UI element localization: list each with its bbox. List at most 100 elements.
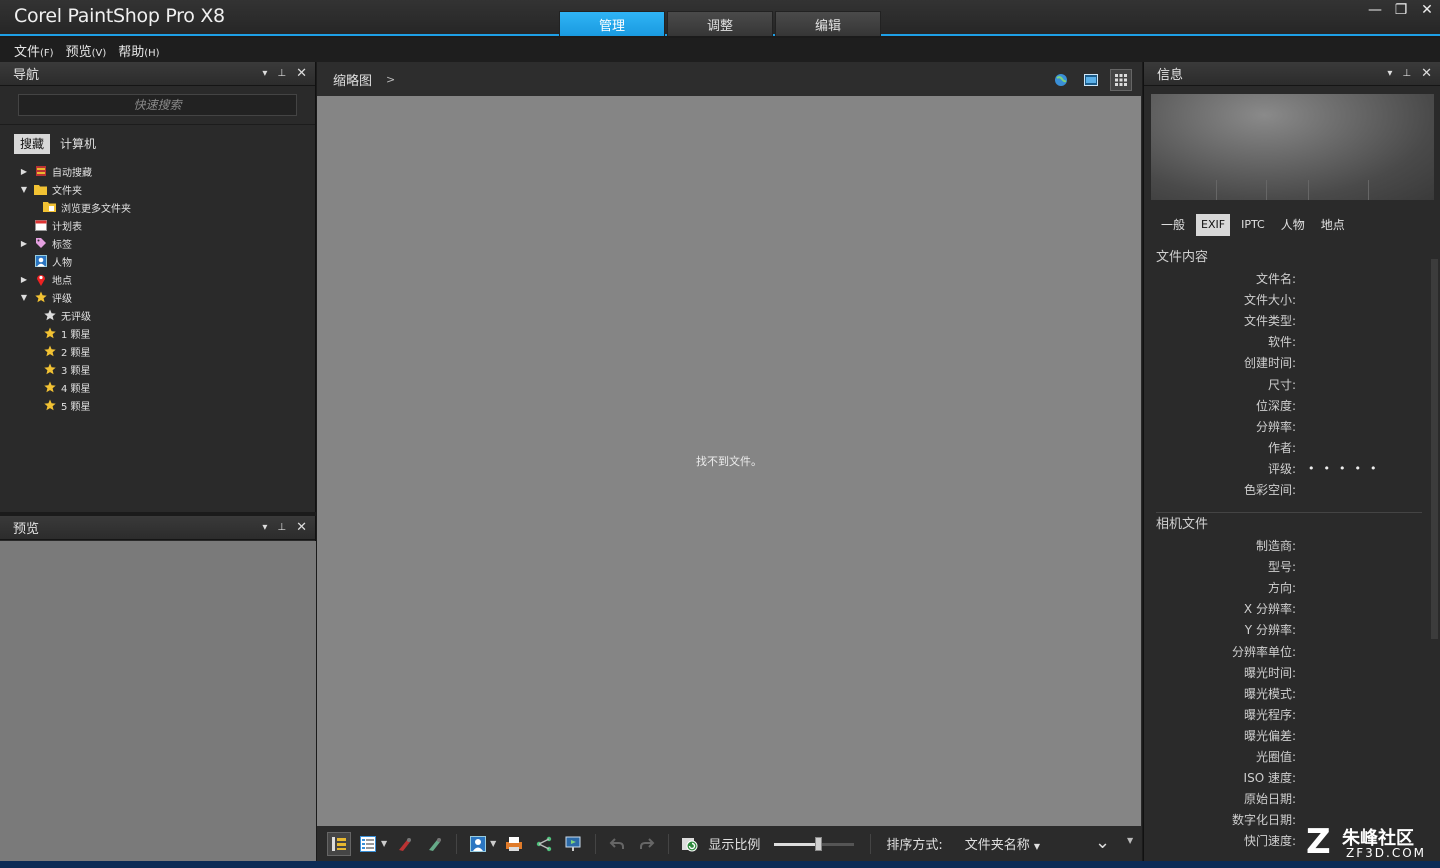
preview-view-icon[interactable] [1080, 69, 1102, 91]
redo-icon[interactable] [635, 832, 659, 856]
undo-icon[interactable] [605, 832, 629, 856]
refresh-icon[interactable] [678, 832, 702, 856]
tree-item[interactable]: ▶ 地点 [0, 270, 315, 288]
info-field-label: 制造商: [1255, 539, 1296, 554]
menu-view[interactable]: 预览(V) [66, 41, 107, 60]
info-field-label: 色彩空间: [1243, 482, 1296, 497]
tree-item-label: 4 颗星 [61, 383, 91, 395]
panel-layout-icon[interactable] [327, 831, 351, 856]
thumbnail-area[interactable]: 找不到文件。 [317, 96, 1141, 826]
close-icon[interactable]: ✕ [296, 66, 307, 81]
info-field-label: 数字化日期: [1231, 813, 1296, 828]
minimize-button[interactable]: — [1368, 2, 1382, 18]
tab-people[interactable]: 人物 [1276, 214, 1310, 236]
breadcrumb[interactable]: 缩略图 [333, 70, 372, 89]
tree-item[interactable]: ▼ 评级 [0, 288, 315, 306]
close-icon[interactable]: ✕ [296, 520, 307, 535]
section-title-camera: 相机文件 [1156, 517, 1209, 533]
zoom-slider-thumb[interactable] [815, 836, 823, 851]
expand-down-icon[interactable]: ▼ [18, 293, 30, 302]
menu-file[interactable]: 文件(F) [14, 41, 54, 60]
info-field-label: 曝光模式: [1243, 686, 1296, 701]
expand-down-icon[interactable]: ▼ [18, 185, 30, 194]
info-field: 光圈值: [1156, 746, 1424, 767]
sort-label: 排序方式: [886, 838, 943, 853]
tab-computer[interactable]: 计算机 [54, 134, 102, 154]
map-view-icon[interactable] [1050, 69, 1072, 91]
tag-icon [34, 237, 47, 250]
nav-tabs: 搜藏 计算机 [14, 134, 315, 154]
tab-exif[interactable]: EXIF [1196, 214, 1231, 236]
tab-adjust[interactable]: 调整 [667, 11, 773, 36]
tree-item[interactable]: ▼ 文件夹 [0, 180, 315, 198]
tree-item[interactable]: 浏览更多文件夹 [0, 198, 315, 216]
details-view-icon[interactable] [357, 832, 381, 856]
tree-item[interactable]: ▶ 标签 [0, 234, 315, 252]
tree-item[interactable]: 4 颗星 [0, 378, 315, 396]
close-button[interactable]: ✕ [1420, 2, 1434, 18]
sort-select[interactable]: 文件夹名称 ▼ [965, 834, 1040, 853]
slideshow-icon[interactable] [562, 832, 586, 856]
tree-item[interactable]: 计划表 [0, 216, 315, 234]
menu-help[interactable]: 帮助(H) [118, 41, 159, 60]
person-tag-icon[interactable] [466, 832, 490, 856]
info-field: 作者: [1156, 437, 1424, 458]
panel-menu-icon[interactable]: ▾ [262, 68, 267, 79]
print-icon[interactable] [502, 832, 526, 856]
workspace-tabs: 管理 调整 编辑 [559, 11, 881, 36]
restore-button[interactable]: ❐ [1394, 2, 1408, 18]
toolbar-menu-icon[interactable]: ▼ [1127, 836, 1133, 845]
chevron-down-icon[interactable]: ▼ [490, 839, 496, 848]
rating-dots[interactable]: ••••• [1308, 462, 1385, 475]
panel-menu-icon[interactable]: ▾ [262, 522, 267, 533]
watermark-logo: Z 朱峰社区 ZF3D.COM [1306, 822, 1436, 862]
brush-green-icon[interactable] [423, 832, 447, 856]
tab-general[interactable]: 一般 [1156, 214, 1190, 236]
brush-red-icon[interactable] [393, 832, 417, 856]
close-icon[interactable]: ✕ [1421, 66, 1432, 81]
nav-tree: ▶ 自动搜藏 ▼ 文件夹 浏览更多文件夹 计划表 ▶ 标签 人物 ▶ 地点 ▼ 评级 无评级 1 颗星 2 颗… [0, 162, 315, 414]
tab-collections[interactable]: 搜藏 [14, 134, 51, 154]
tree-item[interactable]: 无评级 [0, 306, 315, 324]
scrollbar-thumb[interactable] [1431, 259, 1438, 639]
share-icon[interactable] [532, 832, 556, 856]
tree-item[interactable]: 1 颗星 [0, 324, 315, 342]
info-field: 软件: [1156, 331, 1424, 352]
tab-places[interactable]: 地点 [1316, 214, 1350, 236]
expand-right-icon[interactable]: ▶ [18, 167, 30, 176]
tab-iptc[interactable]: IPTC [1236, 214, 1270, 236]
tree-item-label: 文件夹 [52, 185, 82, 197]
info-field: 文件类型: [1156, 310, 1424, 331]
chevron-down-icon[interactable]: ▼ [381, 839, 387, 848]
expand-right-icon[interactable]: ▶ [18, 275, 30, 284]
pin-icon[interactable]: ⊥ [277, 68, 286, 79]
info-panel: 信息 ▾ ⊥ ✕ 一般 EXIF IPTC 人物 地点 文件内容 文件名: 文件大… [1143, 62, 1440, 861]
quick-search-input[interactable]: 快速搜索 [18, 94, 297, 116]
calendar-icon [34, 219, 47, 232]
grid-view-icon[interactable] [1110, 69, 1132, 91]
preview-area [0, 541, 316, 861]
breadcrumb-arrow-icon[interactable]: > [386, 73, 395, 86]
tree-item[interactable]: 5 颗星 [0, 396, 315, 414]
panel-menu-icon[interactable]: ▾ [1387, 68, 1392, 79]
tree-item[interactable]: 3 颗星 [0, 360, 315, 378]
divider [870, 833, 872, 854]
collapse-chevron-icon[interactable]: ⌄ [1095, 832, 1110, 853]
tree-item[interactable]: 人物 [0, 252, 315, 270]
expand-right-icon[interactable]: ▶ [18, 239, 30, 248]
info-field-label: 曝光时间: [1243, 665, 1296, 680]
info-field: 文件名: [1156, 268, 1424, 289]
tab-manage[interactable]: 管理 [559, 11, 665, 36]
pin-icon[interactable]: ⊥ [277, 522, 286, 533]
info-field-label: 型号: [1267, 560, 1296, 575]
tab-edit[interactable]: 编辑 [775, 11, 881, 36]
info-field-label: Y 分辨率: [1244, 623, 1296, 638]
info-field: 色彩空间: [1156, 479, 1424, 500]
tree-item[interactable]: ▶ 自动搜藏 [0, 162, 315, 180]
tree-item-label: 1 颗星 [61, 329, 91, 341]
info-scrollbar[interactable] [1431, 247, 1438, 862]
tree-item[interactable]: 2 颗星 [0, 342, 315, 360]
info-field-label: 文件类型: [1243, 314, 1296, 329]
pin-icon[interactable]: ⊥ [1402, 68, 1411, 79]
zoom-slider[interactable] [774, 836, 855, 852]
